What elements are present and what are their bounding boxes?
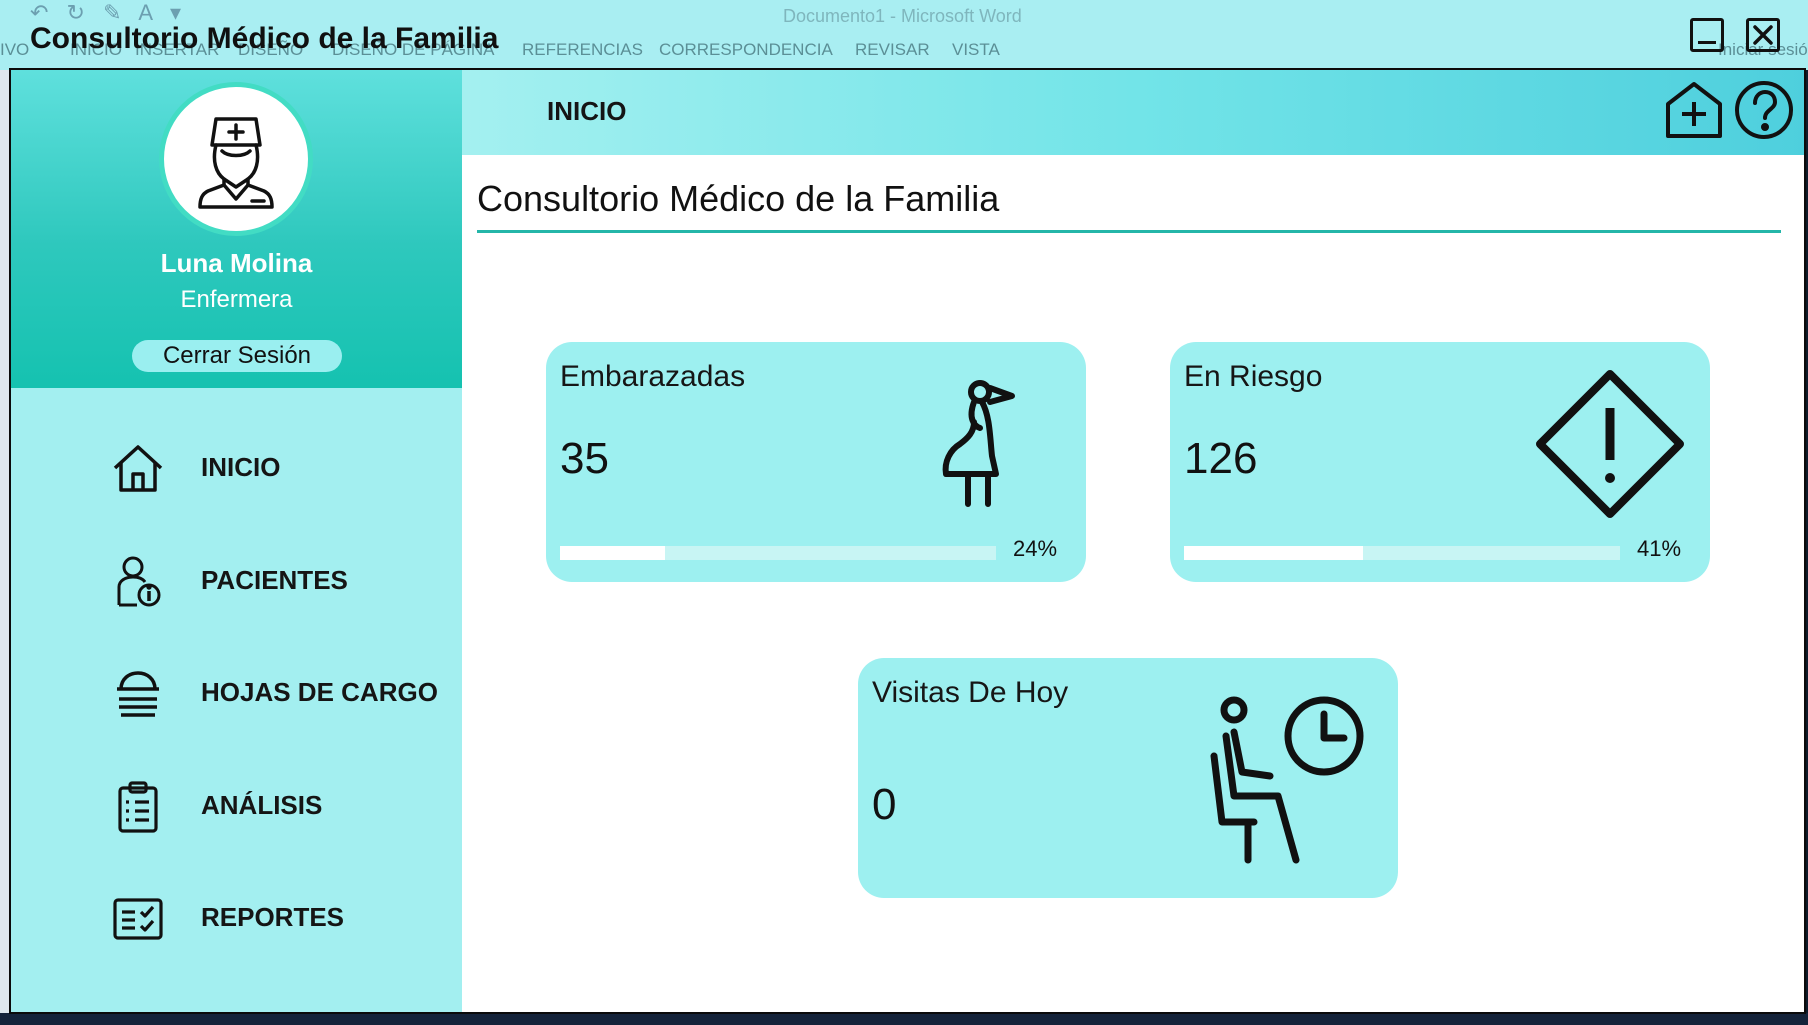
sidebar-item-label: INICIO <box>201 452 281 482</box>
checklist-icon <box>113 898 163 940</box>
logout-button[interactable]: Cerrar Sesión <box>132 340 342 372</box>
page-title: Consultorio Médico de la Familia <box>477 178 1000 219</box>
top-bar: INICIO <box>462 70 1804 155</box>
ribbon-tab[interactable]: CORRESPONDENCIA <box>659 40 833 60</box>
sidebar-item-label: REPORTES <box>201 902 345 932</box>
sidebar-item-hojas-de-cargo[interactable]: HOJAS DE CARGO <box>11 653 462 733</box>
progress-fill <box>1184 546 1363 560</box>
user-name: Luna Molina <box>160 248 313 278</box>
stat-card-embarazadas[interactable]: Embarazadas 35 24% <box>546 342 1086 582</box>
sidebar-item-label: PACIENTES <box>201 565 348 595</box>
progress-fill <box>560 546 665 560</box>
help-icon[interactable] <box>1732 78 1796 142</box>
nurse-icon <box>198 117 274 209</box>
stack-icon <box>117 671 159 717</box>
card-title: En Riesgo <box>1184 360 1323 393</box>
add-home-icon[interactable] <box>1662 78 1726 142</box>
close-button[interactable] <box>1746 18 1780 52</box>
sidebar-item-label: HOJAS DE CARGO <box>201 677 438 707</box>
clipboard-icon <box>118 781 158 833</box>
sidebar-item-pacientes[interactable]: PACIENTES <box>11 541 462 621</box>
sidebar-item-analisis[interactable]: ANÁLISIS <box>11 766 462 846</box>
progress-track <box>560 546 996 560</box>
title-divider <box>477 230 1781 233</box>
ribbon-tab[interactable]: IVO <box>0 40 29 60</box>
profile-panel: Luna Molina Enfermera Cerrar Sesión <box>11 70 462 388</box>
patient-info-icon <box>117 556 161 607</box>
progress-percent: 24% <box>1013 536 1058 561</box>
sidebar: Luna Molina Enfermera Cerrar Sesión INIC… <box>11 70 462 1012</box>
home-icon <box>113 445 163 492</box>
user-role: Enfermera <box>180 286 293 313</box>
sidebar-item-inicio[interactable]: INICIO <box>11 428 462 508</box>
sidebar-item-label: ANÁLISIS <box>201 790 323 820</box>
stat-card-en-riesgo[interactable]: En Riesgo 126 41% <box>1170 342 1710 582</box>
close-icon <box>1753 25 1773 45</box>
card-value: 126 <box>1184 434 1258 483</box>
card-title: Embarazadas <box>560 360 746 393</box>
card-value: 0 <box>872 780 897 829</box>
minimize-button[interactable] <box>1690 18 1724 52</box>
card-value: 35 <box>560 434 609 483</box>
pregnant-woman-icon <box>942 380 1015 507</box>
avatar <box>159 82 313 236</box>
background-window-title: Documento1 - Microsoft Word <box>783 6 1022 26</box>
app-title: Consultorio Médico de la Familia <box>30 22 499 55</box>
ribbon-tab[interactable]: REFERENCIAS <box>522 40 643 60</box>
sidebar-item-reportes[interactable]: REPORTES <box>11 878 462 958</box>
ribbon-tab[interactable]: REVISAR <box>855 40 930 60</box>
card-title: Visitas De Hoy <box>872 676 1069 709</box>
warning-diamond-icon <box>1536 370 1684 518</box>
breadcrumb: INICIO <box>547 96 627 126</box>
ribbon-tab[interactable]: VISTA <box>952 40 1000 60</box>
stat-card-visitas-de-hoy[interactable]: Visitas De Hoy 0 <box>858 658 1398 898</box>
progress-track <box>1184 546 1620 560</box>
app-window: Luna Molina Enfermera Cerrar Sesión INIC… <box>9 68 1806 1014</box>
taskbar-edge <box>0 1013 1808 1025</box>
progress-percent: 41% <box>1637 536 1682 561</box>
waiting-room-icon <box>1210 696 1364 864</box>
